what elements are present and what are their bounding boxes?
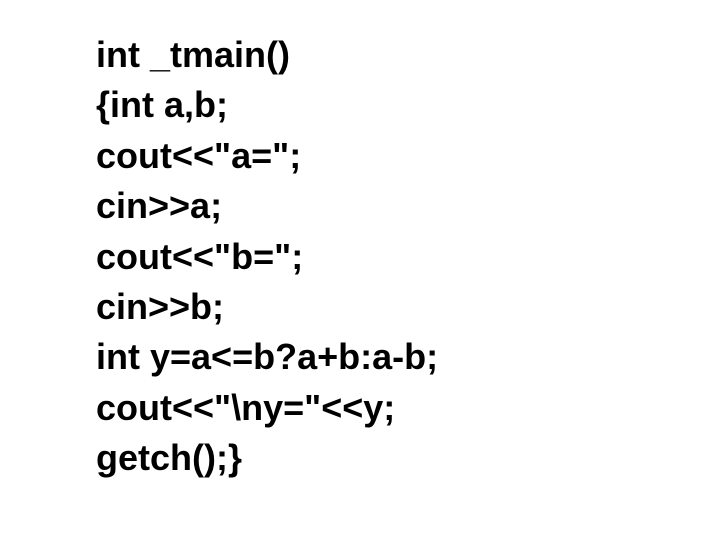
code-line-2: {int a,b;	[96, 80, 720, 130]
code-line-7: int y=a<=b?a+b:a-b;	[96, 332, 720, 382]
code-line-9: getch();}	[96, 433, 720, 483]
code-line-4: cin>>a;	[96, 181, 720, 231]
code-block: int _tmain() {int a,b; cout<<"a="; cin>>…	[96, 30, 720, 484]
code-line-5: cout<<"b=";	[96, 232, 720, 282]
code-line-3: cout<<"a=";	[96, 131, 720, 181]
code-line-6: cin>>b;	[96, 282, 720, 332]
code-line-8: cout<<"\ny="<<y;	[96, 383, 720, 433]
code-line-1: int _tmain()	[96, 30, 720, 80]
